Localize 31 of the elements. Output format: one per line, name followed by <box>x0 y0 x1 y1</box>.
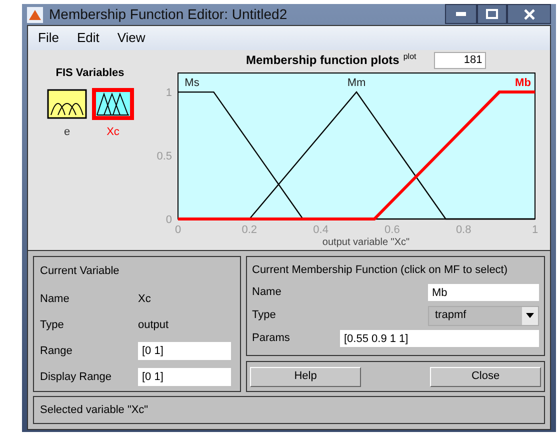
mf-label: Mm <box>347 77 366 89</box>
section-title: FIS Variables <box>56 66 124 81</box>
field-label: Name <box>252 285 282 300</box>
field-label: Params <box>252 331 291 346</box>
x-tick-label: 0.2 <box>242 224 258 236</box>
x-tick-label: 0.4 <box>313 224 328 236</box>
x-axis-label: output variable "Xc" <box>322 237 410 248</box>
x-tick-label: 1 <box>532 224 538 236</box>
field-label: Name <box>40 292 70 307</box>
x-tick-label: 0.6 <box>384 224 400 236</box>
plot-points-label: plot <box>403 51 416 63</box>
status-text: Selected variable "Xc" <box>40 402 148 418</box>
field-label: Type <box>252 308 277 324</box>
plot-title: Membership function plots <box>246 52 400 69</box>
y-tick-label: 0 <box>166 214 172 226</box>
window-title: Membership Function Editor: Untitled2 <box>49 5 288 24</box>
field-label: Type <box>40 318 65 333</box>
field-label: Display Range <box>40 370 113 385</box>
x-tick-label: 0.8 <box>456 224 472 236</box>
x-tick-label: 0 <box>174 224 182 236</box>
panel-title: Current Membership Function (click on MF to select) <box>252 263 509 278</box>
field-value: output <box>138 318 169 333</box>
y-tick-label: 1 <box>166 87 172 100</box>
mf-label: Mb <box>515 77 531 89</box>
mf-label: Ms <box>184 77 200 89</box>
y-tick-label: 0.5 <box>156 150 172 163</box>
field-value: Xc <box>138 292 151 307</box>
field-label: Range <box>40 344 74 359</box>
panel-title: Current Variable <box>40 264 120 279</box>
variable-label: e <box>64 124 70 140</box>
variable-label: Xc <box>106 124 120 140</box>
